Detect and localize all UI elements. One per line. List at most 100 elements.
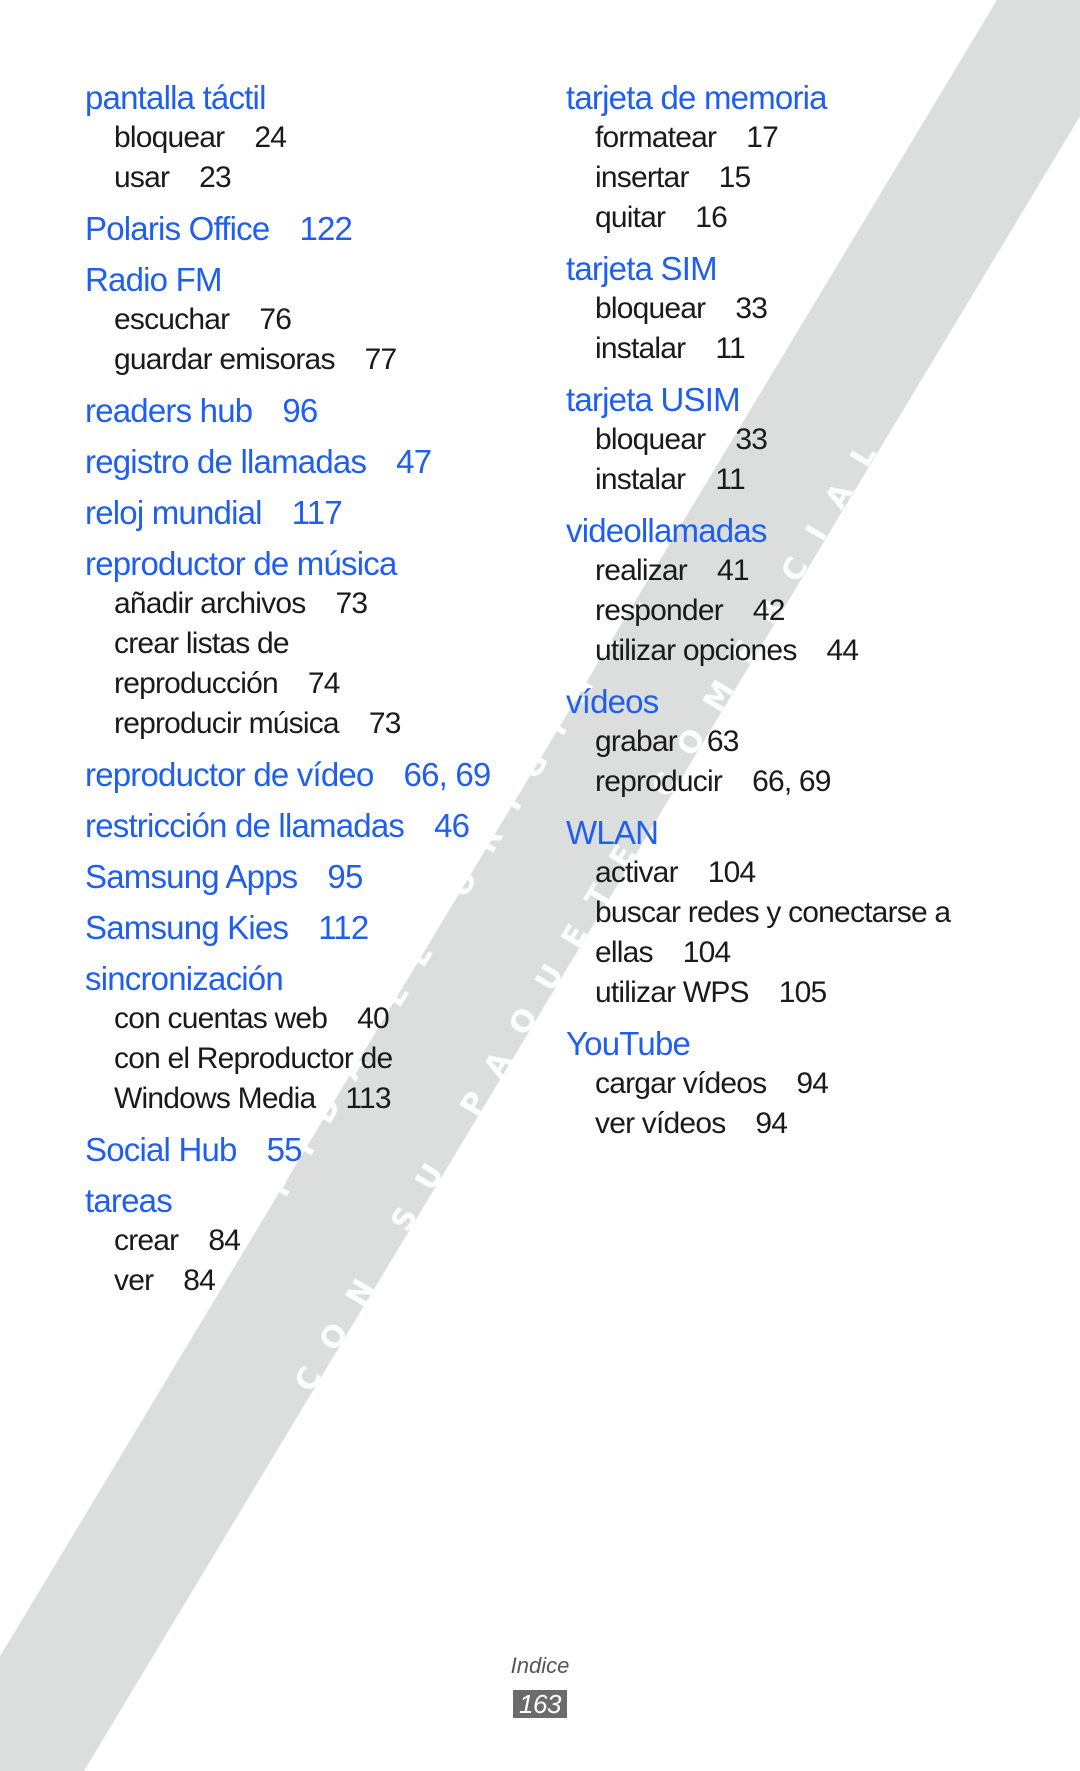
index-heading[interactable]: tarjeta SIM (566, 249, 1016, 289)
index-subentry[interactable]: ver vídeos 94 (566, 1104, 1016, 1144)
heading-page-ref: 46 (434, 807, 470, 844)
subentry-page-ref: 104 (707, 856, 756, 889)
index-subentry[interactable]: guardar emisoras 77 (85, 340, 505, 380)
heading-term: sincronización (85, 960, 284, 997)
index-subentry[interactable]: utilizar WPS 105 (566, 973, 1016, 1013)
index-heading[interactable]: Samsung Apps 95 (85, 857, 505, 897)
subentry-page-ref: 40 (357, 1002, 390, 1035)
subentry-page-ref: 94 (755, 1107, 788, 1140)
index-heading[interactable]: tareas (85, 1181, 505, 1221)
index-heading[interactable]: registro de llamadas 47 (85, 442, 505, 482)
index-heading[interactable]: reloj mundial 117 (85, 493, 505, 533)
index-subentry[interactable]: escuchar 76 (85, 300, 505, 340)
subentry-page-ref: 84 (183, 1264, 216, 1297)
index-heading[interactable]: Radio FM (85, 260, 505, 300)
index-heading[interactable]: Polaris Office 122 (85, 209, 505, 249)
subentry-page-ref: 42 (752, 594, 786, 627)
subentry-term: usar (114, 161, 170, 194)
index-subentry[interactable]: responder 42 (566, 591, 1016, 631)
index-heading[interactable]: Social Hub 55 (85, 1130, 505, 1170)
subentry-term: activar (595, 856, 679, 889)
subentry-page-ref: 41 (716, 554, 750, 587)
index-heading[interactable]: restricción de llamadas 46 (85, 806, 505, 846)
index-entry: Social Hub 55 (85, 1130, 505, 1170)
heading-term: videollamadas (566, 512, 767, 549)
heading-term: registro de llamadas (85, 443, 367, 480)
index-heading[interactable]: sincronización (85, 959, 505, 999)
index-heading[interactable]: videollamadas (566, 511, 1016, 551)
index-subentry[interactable]: bloquear 33 (566, 420, 1016, 460)
index-heading[interactable]: pantalla táctil (85, 78, 505, 118)
index-subentry[interactable]: grabar 63 (566, 722, 1016, 762)
index-subentry[interactable]: con el Reproductor de Windows Media 113 (85, 1039, 505, 1119)
index-subentry[interactable]: realizar 41 (566, 551, 1016, 591)
index-heading[interactable]: reproductor de música (85, 544, 505, 584)
heading-term: tareas (85, 1182, 173, 1219)
heading-page-ref: 47 (396, 443, 432, 480)
index-subentry[interactable]: bloquear 33 (566, 289, 1016, 329)
index-heading[interactable]: reproductor de vídeo 66, 69 (85, 755, 505, 795)
subentry-term: utilizar opciones (595, 634, 797, 667)
heading-page-ref: 66, 69 (403, 756, 492, 793)
subentry-term: formatear (595, 121, 717, 154)
index-heading[interactable]: WLAN (566, 813, 1016, 853)
index-subentry[interactable]: formatear 17 (566, 118, 1016, 158)
subentry-page-ref: 84 (208, 1224, 241, 1257)
index-heading[interactable]: tarjeta USIM (566, 380, 1016, 420)
index-entry: reloj mundial 117 (85, 493, 505, 533)
index-entry: videollamadas realizar 41 responder 42 utiliz… (566, 511, 1016, 671)
subentry-page-ref: 17 (746, 121, 779, 154)
subentry-term: guardar emisoras (114, 343, 335, 376)
subentry-page-ref: 23 (199, 161, 232, 194)
section-label: Indice (510, 1653, 570, 1678)
index-subentry[interactable]: buscar redes y conectarse a ellas 104 (566, 893, 1016, 973)
index-subentry[interactable]: crear 84 (85, 1221, 505, 1261)
subentry-page-ref: 77 (364, 343, 398, 376)
index-subentry[interactable]: instalar 11 (566, 460, 1016, 500)
heading-term: WLAN (566, 814, 659, 851)
index-entry: reproductor de vídeo 66, 69 (85, 755, 505, 795)
heading-term: tarjeta SIM (566, 250, 718, 287)
subentry-term: escuchar (114, 303, 230, 336)
heading-term: readers hub (85, 392, 253, 429)
index-subentry[interactable]: ver 84 (85, 1261, 505, 1301)
index-heading[interactable]: YouTube (566, 1024, 1016, 1064)
index-subentry[interactable]: insertar 15 (566, 158, 1016, 198)
subentry-page-ref: 105 (778, 976, 827, 1009)
index-entry: pantalla táctil bloquear 24 usar 23 (85, 78, 505, 198)
index-heading[interactable]: Samsung Kies 112 (85, 908, 505, 948)
index-entry: Polaris Office 122 (85, 209, 505, 249)
index-entry: Samsung Kies 112 (85, 908, 505, 948)
index-subentry[interactable]: quitar 16 (566, 198, 1016, 238)
heading-page-ref: 117 (291, 494, 343, 531)
heading-page-ref: 112 (318, 909, 369, 946)
page-number: 163 (513, 1690, 567, 1718)
index-subentry[interactable]: usar 23 (85, 158, 505, 198)
index-entry: registro de llamadas 47 (85, 442, 505, 482)
index-heading[interactable]: vídeos (566, 682, 1016, 722)
index-entry: tarjeta SIM bloquear 33 instalar 11 (566, 249, 1016, 369)
subentry-term: instalar (595, 332, 686, 365)
subentry-page-ref: 76 (259, 303, 292, 336)
index-subentry[interactable]: utilizar opciones 44 (566, 631, 1016, 671)
subentry-term: añadir archivos (114, 587, 306, 620)
subentry-page-ref: 63 (706, 725, 740, 758)
subentry-page-ref: 104 (682, 936, 731, 969)
subentry-page-ref: 33 (735, 423, 768, 456)
index-subentry[interactable]: activar 104 (566, 853, 1016, 893)
index-subentry[interactable]: cargar vídeos 94 (566, 1064, 1016, 1104)
index-heading[interactable]: tarjeta de memoria (566, 78, 1016, 118)
index-subentry[interactable]: añadir archivos 73 (85, 584, 505, 624)
subentry-term: instalar (595, 463, 686, 496)
index-subentry[interactable]: bloquear 24 (85, 118, 505, 158)
index-subentry[interactable]: reproducir 66, 69 (566, 762, 1016, 802)
index-subentry[interactable]: reproducir música 73 (85, 704, 505, 744)
index-subentry[interactable]: instalar 11 (566, 329, 1016, 369)
index-heading[interactable]: readers hub 96 (85, 391, 505, 431)
subentry-page-ref: 73 (368, 707, 402, 740)
index-subentry[interactable]: crear listas de reproducción 74 (85, 624, 505, 704)
heading-term: Social Hub (85, 1131, 237, 1168)
subentry-page-ref: 16 (695, 201, 728, 234)
index-subentry[interactable]: con cuentas web 40 (85, 999, 505, 1039)
index-entry: sincronización con cuentas web 40 con el Re… (85, 959, 505, 1119)
